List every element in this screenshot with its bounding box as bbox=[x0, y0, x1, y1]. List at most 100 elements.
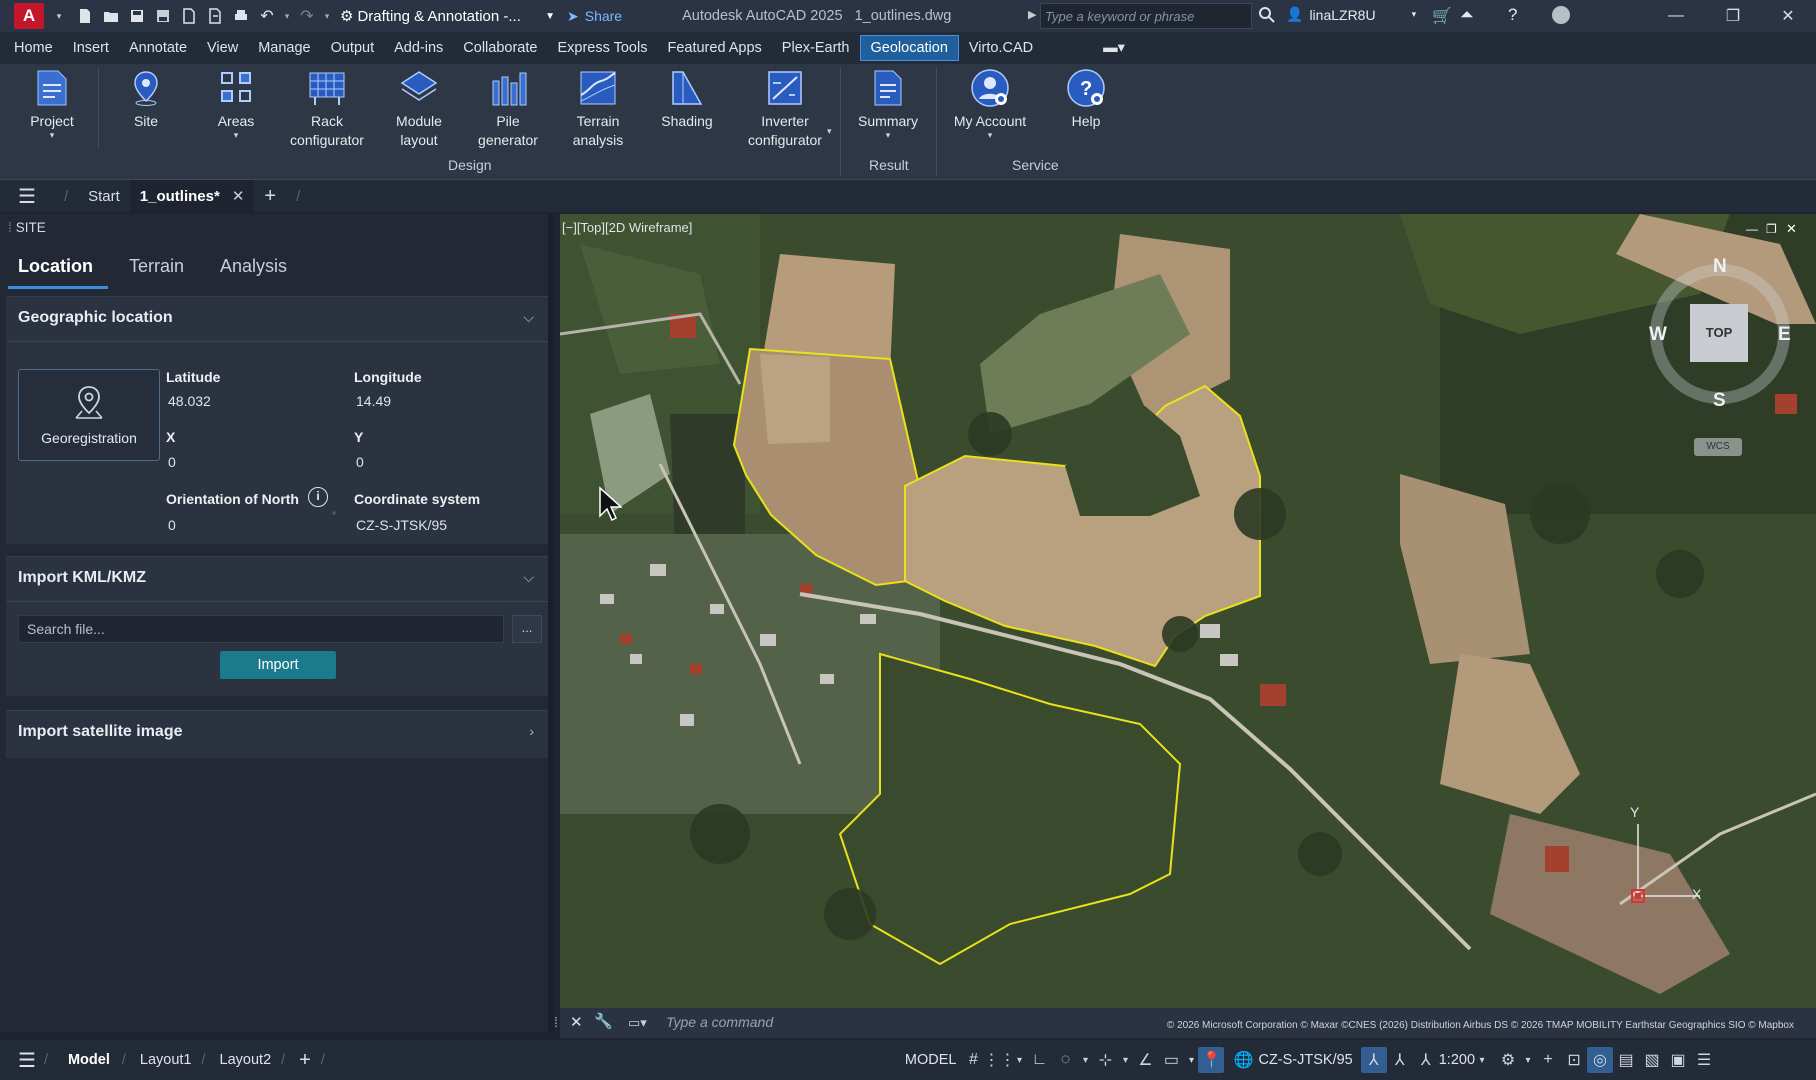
redo-icon[interactable]: ↷ bbox=[296, 5, 318, 27]
tab-terrain[interactable]: Terrain bbox=[129, 256, 184, 277]
compass-e[interactable]: E bbox=[1778, 324, 1791, 346]
info-icon[interactable]: i bbox=[308, 487, 328, 507]
user-account[interactable]: 👤 linaLZR8U ▾ bbox=[1286, 6, 1416, 23]
quick-properties-icon[interactable]: ◎ bbox=[1587, 1047, 1614, 1073]
menu-featured-apps[interactable]: Featured Apps bbox=[657, 35, 771, 61]
section-header[interactable]: Import satellite image bbox=[18, 723, 183, 741]
viewport-controls-label[interactable]: [−][Top][2D Wireframe] bbox=[562, 220, 692, 235]
selection-cycling-icon[interactable]: ▭ bbox=[1158, 1047, 1184, 1073]
ortho-icon[interactable]: ∟ bbox=[1026, 1047, 1052, 1073]
grip-icon[interactable]: ⁞ bbox=[8, 220, 12, 235]
clean-screen-icon[interactable]: ☰ bbox=[1691, 1047, 1717, 1073]
osnap-dropdown-icon[interactable]: ▾ bbox=[1118, 1047, 1132, 1073]
rack-configurator-button[interactable]: Rack configurator bbox=[284, 68, 370, 150]
menu-plex-earth[interactable]: Plex-Earth bbox=[772, 35, 860, 61]
module-layout-button[interactable]: Module layout bbox=[386, 68, 452, 150]
grip-icon[interactable]: ⁞ bbox=[554, 1014, 558, 1030]
import-button[interactable]: Import bbox=[220, 651, 336, 679]
hamburger-menu-icon[interactable]: ☰ bbox=[0, 184, 54, 209]
inverter-dropdown-icon[interactable]: ▾ bbox=[827, 126, 832, 137]
autodesk-app-icon[interactable]: ⏶ bbox=[1460, 5, 1474, 25]
autocad-logo[interactable]: A bbox=[14, 3, 44, 29]
chevron-down-icon[interactable]: ⌵ bbox=[523, 309, 534, 326]
app-menu-chevron-icon[interactable]: ▾ bbox=[48, 5, 70, 27]
layout1-tab[interactable]: Layout1 bbox=[140, 1052, 192, 1068]
gear-dropdown-icon[interactable]: ▾ bbox=[1521, 1047, 1535, 1073]
help-search-input[interactable]: Type a keyword or phrase bbox=[1040, 3, 1252, 29]
model-space-toggle[interactable]: MODEL bbox=[905, 1052, 957, 1068]
close-command-icon[interactable]: ✕ bbox=[570, 1013, 583, 1031]
search-icon[interactable] bbox=[1258, 6, 1276, 27]
share-button[interactable]: ➤ Share bbox=[567, 8, 622, 25]
add-layout-icon[interactable]: + bbox=[299, 1049, 311, 1072]
coordinate-system-status[interactable]: CZ-S-JTSK/95 bbox=[1258, 1052, 1352, 1068]
close-button[interactable]: ✕ bbox=[1768, 4, 1808, 28]
undo-icon[interactable]: ↶ bbox=[256, 5, 278, 27]
coordinate-system-field[interactable]: CZ-S-JTSK/95 bbox=[356, 517, 447, 533]
redo-dropdown-icon[interactable]: ▾ bbox=[322, 5, 332, 27]
menu-virto-cad[interactable]: Virto.CAD bbox=[959, 35, 1043, 61]
viewport-restore-icon[interactable]: ❐ bbox=[1766, 222, 1777, 236]
drawing-viewport[interactable]: N S W E TOP WCS — ❐ ✕ Y X bbox=[560, 214, 1816, 1008]
shading-button[interactable]: Shading bbox=[656, 68, 718, 131]
feedback-icon[interactable] bbox=[1552, 6, 1570, 24]
close-tab-icon[interactable]: ✕ bbox=[232, 187, 245, 205]
restore-button[interactable]: ❐ bbox=[1713, 4, 1753, 28]
menu-manage[interactable]: Manage bbox=[248, 35, 320, 61]
layout-menu-icon[interactable]: ☰ bbox=[18, 1048, 36, 1073]
menu-home[interactable]: Home bbox=[4, 35, 63, 61]
viewport-minimize-icon[interactable]: — bbox=[1746, 222, 1758, 236]
site-button[interactable]: Site bbox=[116, 68, 176, 131]
scale-dropdown-icon[interactable]: ▾ bbox=[1475, 1047, 1489, 1073]
longitude-field[interactable]: 14.49 bbox=[356, 393, 391, 409]
isolate-objects-icon[interactable]: ▧ bbox=[1639, 1047, 1665, 1073]
snap-dropdown-icon[interactable]: ▾ bbox=[1012, 1047, 1026, 1073]
wcs-menu[interactable]: WCS bbox=[1694, 438, 1742, 456]
osnap-icon[interactable]: ⊹ bbox=[1092, 1047, 1118, 1073]
browse-button[interactable]: ... bbox=[512, 615, 542, 643]
geolocation-pin-icon[interactable]: 📍 bbox=[1198, 1047, 1225, 1073]
new-tab-icon[interactable]: + bbox=[254, 185, 286, 208]
menu-output[interactable]: Output bbox=[321, 35, 385, 61]
hardware-acceleration-icon[interactable]: ▣ bbox=[1665, 1047, 1691, 1073]
auto-scale-icon[interactable]: ⅄ bbox=[1387, 1047, 1413, 1073]
lineweight-icon[interactable]: ∠ bbox=[1132, 1047, 1158, 1073]
tab-analysis[interactable]: Analysis bbox=[220, 256, 287, 277]
x-field[interactable]: 0 bbox=[168, 454, 176, 470]
help-button[interactable]: ? Help bbox=[1056, 68, 1116, 131]
menu-express-tools[interactable]: Express Tools bbox=[547, 35, 657, 61]
compass-w[interactable]: W bbox=[1649, 324, 1667, 346]
annotation-scale-select[interactable]: 1:200 bbox=[1439, 1052, 1475, 1068]
annotation-monitor-icon[interactable]: + bbox=[1535, 1047, 1561, 1073]
menu-annotate[interactable]: Annotate bbox=[119, 35, 197, 61]
pile-generator-button[interactable]: Pile generator bbox=[470, 68, 546, 150]
new-file-icon[interactable] bbox=[74, 5, 96, 27]
my-account-button[interactable]: My Account ▾ bbox=[946, 68, 1034, 140]
model-tab[interactable]: Model bbox=[68, 1052, 110, 1068]
selection-dropdown-icon[interactable]: ▾ bbox=[1184, 1047, 1198, 1073]
cart-icon[interactable]: 🛒 bbox=[1432, 6, 1452, 26]
chevron-right-icon[interactable]: › bbox=[529, 723, 534, 739]
section-header[interactable]: Import KML/KMZ bbox=[18, 569, 146, 587]
inverter-configurator-button[interactable]: Inverter configurator bbox=[740, 68, 830, 150]
workspace-gear-icon[interactable]: ⚙ bbox=[1495, 1047, 1521, 1073]
expand-arrow-icon[interactable]: ▶ bbox=[1028, 8, 1036, 21]
workspace-switcher[interactable]: ⚙ Drafting & Annotation -... ▼ bbox=[340, 7, 555, 26]
polar-icon[interactable]: ◌ bbox=[1052, 1047, 1078, 1073]
units-icon[interactable]: ⊡ bbox=[1561, 1047, 1587, 1073]
undo-dropdown-icon[interactable]: ▾ bbox=[282, 5, 292, 27]
polar-dropdown-icon[interactable]: ▾ bbox=[1078, 1047, 1092, 1073]
y-field[interactable]: 0 bbox=[356, 454, 364, 470]
export-icon[interactable] bbox=[178, 5, 200, 27]
minimize-button[interactable]: — bbox=[1656, 4, 1696, 28]
recent-commands-icon[interactable]: ▭▾ bbox=[628, 1015, 647, 1031]
lock-ui-icon[interactable]: ▤ bbox=[1613, 1047, 1639, 1073]
search-file-input[interactable]: Search file... bbox=[18, 615, 504, 643]
globe-icon[interactable]: 🌐 bbox=[1230, 1047, 1256, 1073]
snap-icon[interactable]: ⋮⋮ bbox=[983, 1047, 1015, 1073]
viewport-close-icon[interactable]: ✕ bbox=[1786, 221, 1797, 237]
menu-collaborate[interactable]: Collaborate bbox=[453, 35, 547, 61]
georegistration-button[interactable]: Georegistration bbox=[18, 369, 160, 461]
save-as-icon[interactable] bbox=[152, 5, 174, 27]
summary-button[interactable]: Summary ▾ bbox=[852, 68, 924, 140]
